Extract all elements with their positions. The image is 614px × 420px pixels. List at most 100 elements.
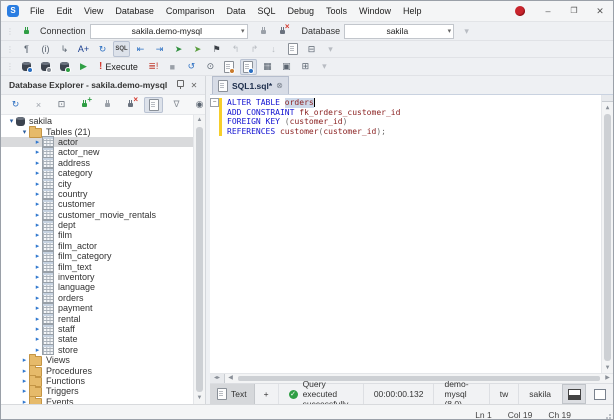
execute-script-icon[interactable]: ≣! bbox=[145, 59, 162, 75]
tree-expand-icon[interactable]: ▸ bbox=[33, 315, 42, 323]
scroll-down-icon[interactable]: ▼ bbox=[194, 393, 205, 404]
tree-expand-icon[interactable]: ▸ bbox=[33, 346, 42, 354]
tree-node-views[interactable]: ▸ Views bbox=[1, 354, 193, 367]
code-editor[interactable]: − ALTER TABLE orders ADD CONSTRAINT fk_ord… bbox=[210, 95, 613, 373]
tree-node-table-actor[interactable]: ▸ actor bbox=[1, 136, 193, 148]
menu-window[interactable]: Window bbox=[353, 1, 397, 21]
tree-expand-icon[interactable]: ▸ bbox=[33, 169, 42, 177]
query-history-icon[interactable]: ↺ bbox=[183, 59, 200, 75]
tree-node-table-category[interactable]: ▸ category bbox=[1, 167, 193, 179]
image-view-icon[interactable]: ▣ bbox=[278, 59, 295, 75]
disconnect-icon[interactable]: × bbox=[121, 95, 140, 113]
tree-expand-icon[interactable]: ▸ bbox=[33, 335, 42, 343]
results-tab-text[interactable]: Text bbox=[210, 384, 255, 404]
tree-expand-icon[interactable]: ▸ bbox=[33, 221, 42, 229]
tab-close-icon[interactable]: ⊗ bbox=[276, 81, 283, 90]
previous-bookmark-icon[interactable]: ↰ bbox=[227, 41, 244, 57]
format-document-icon[interactable]: ¶ bbox=[18, 41, 35, 57]
toolbar-overflow-icon[interactable]: ▾ bbox=[458, 23, 475, 39]
tree-node-table-dept[interactable]: ▸ dept bbox=[1, 219, 193, 231]
menu-edit[interactable]: Edit bbox=[51, 1, 79, 21]
add-results-tab-button[interactable]: + bbox=[255, 384, 279, 404]
tree-node-table-film[interactable]: ▸ film bbox=[1, 230, 193, 241]
duplicate-window-icon[interactable]: ⊡ bbox=[52, 97, 71, 113]
clear-bookmarks-icon[interactable]: ↓ bbox=[265, 41, 282, 57]
scroll-thumb[interactable] bbox=[196, 127, 203, 392]
tree-expand-icon[interactable]: ▸ bbox=[33, 325, 42, 333]
connection-disabled-icon[interactable] bbox=[255, 23, 272, 39]
next-bookmark-icon[interactable]: ↱ bbox=[246, 41, 263, 57]
tree-node-sakila[interactable]: ▾ sakila bbox=[1, 116, 193, 126]
delete-icon[interactable]: × bbox=[29, 97, 48, 113]
tree-node-table-staff[interactable]: ▸ staff bbox=[1, 323, 193, 335]
stop-icon[interactable]: ■ bbox=[164, 59, 181, 75]
results-pane-bottom-toggle[interactable] bbox=[562, 384, 586, 404]
query-profiler-icon[interactable]: ⊙ bbox=[202, 59, 219, 75]
new-sql-document-icon[interactable] bbox=[284, 41, 301, 57]
tree-expand-icon[interactable]: ▸ bbox=[33, 200, 42, 208]
tree-node-table-orders[interactable]: ▸ orders bbox=[1, 292, 193, 304]
tree-collapse-icon[interactable]: ▾ bbox=[20, 128, 29, 136]
new-connection-icon[interactable]: + bbox=[75, 95, 94, 113]
increase-indent-icon[interactable]: ⇥ bbox=[151, 41, 168, 57]
query-options-icon[interactable]: ▦ bbox=[259, 59, 276, 75]
code-line-1[interactable]: − ALTER TABLE orders bbox=[210, 98, 601, 108]
start-debugging-icon[interactable]: ▶ bbox=[75, 59, 92, 75]
editor-hscrollbar[interactable]: ◂▸ ◀ ▶ bbox=[210, 373, 613, 383]
window-layout-icon[interactable]: ⊞ bbox=[297, 59, 314, 75]
close-panel-icon[interactable]: ✕ bbox=[187, 81, 201, 90]
tree-node-table-customer[interactable]: ▸ customer bbox=[1, 198, 193, 210]
tree-expand-icon[interactable]: ▸ bbox=[33, 231, 42, 239]
tree-node-table-address[interactable]: ▸ address bbox=[1, 157, 193, 169]
menu-data[interactable]: Data bbox=[220, 1, 251, 21]
execute-button[interactable]: ! Execute bbox=[95, 60, 142, 74]
tree-node-table-actor_new[interactable]: ▸ actor_new bbox=[1, 146, 193, 158]
refresh-completion-icon[interactable]: ↻ bbox=[94, 41, 111, 57]
attach-debugger-icon[interactable]: ➤ bbox=[189, 41, 206, 57]
document-outline-icon[interactable]: ⊟ bbox=[303, 41, 320, 57]
toolbar-overflow-icon[interactable]: ▾ bbox=[322, 41, 339, 57]
menu-database[interactable]: Database bbox=[109, 1, 160, 21]
refresh-icon[interactable]: ↻ bbox=[6, 97, 25, 113]
database-tasks-icon[interactable] bbox=[37, 59, 54, 75]
menu-debug[interactable]: Debug bbox=[281, 1, 320, 21]
tree-expand-icon[interactable]: ▸ bbox=[33, 148, 42, 156]
tree-expand-icon[interactable]: ▸ bbox=[33, 242, 42, 250]
tree-node-table-payment[interactable]: ▸ payment bbox=[1, 302, 193, 314]
execute-to-cursor-icon[interactable]: ➤ bbox=[170, 41, 187, 57]
editor-hsplitter-grip[interactable]: ◂▸ bbox=[210, 374, 225, 383]
tree-node-events[interactable]: ▸ Events bbox=[1, 395, 193, 404]
scroll-up-icon[interactable]: ▲ bbox=[602, 102, 613, 113]
pin-icon[interactable] bbox=[173, 79, 187, 90]
tree-node-table-film_actor[interactable]: ▸ film_actor bbox=[1, 240, 193, 252]
code-line-3[interactable]: FOREIGN KEY (customer_id) bbox=[210, 117, 601, 127]
code-line-2[interactable]: ADD CONSTRAINT fk_orders_customer_id bbox=[210, 107, 601, 117]
sql-formatter-icon[interactable]: SQL bbox=[113, 41, 130, 57]
fold-marker-icon[interactable]: − bbox=[210, 98, 219, 108]
tree-node-tables[interactable]: ▾ Tables (21) bbox=[1, 125, 193, 138]
maximize-button[interactable]: ❐ bbox=[561, 1, 587, 21]
editor-vscrollbar[interactable]: ▲ ▼ bbox=[601, 95, 613, 373]
tree-expand-icon[interactable]: ▸ bbox=[33, 252, 42, 260]
results-pane-hidden-toggle[interactable] bbox=[588, 384, 612, 404]
database-select[interactable]: sakila ▾ bbox=[344, 23, 455, 39]
connect-icon[interactable] bbox=[18, 23, 35, 39]
tree-collapse-icon[interactable]: ▾ bbox=[7, 117, 16, 125]
editor-splitter-grip[interactable] bbox=[602, 95, 613, 102]
menu-file[interactable]: File bbox=[24, 1, 51, 21]
menu-view[interactable]: View bbox=[78, 1, 109, 21]
tree-node-table-film_category[interactable]: ▸ film_category bbox=[1, 250, 193, 262]
tree-expand-icon[interactable]: ▸ bbox=[33, 263, 42, 271]
tree-expand-icon[interactable]: ▸ bbox=[33, 294, 42, 302]
tree-node-table-country[interactable]: ▸ country bbox=[1, 188, 193, 200]
bookmark-icon[interactable]: ⚑ bbox=[208, 41, 225, 57]
go-to-object-icon[interactable]: ↳ bbox=[56, 41, 73, 57]
tree-expand-icon[interactable]: ▸ bbox=[33, 159, 42, 167]
scroll-up-icon[interactable]: ▲ bbox=[194, 115, 205, 126]
menu-tools[interactable]: Tools bbox=[320, 1, 353, 21]
uppercase-keywords-icon[interactable]: A+ bbox=[75, 41, 92, 57]
tree-expand-icon[interactable]: ▸ bbox=[33, 273, 42, 281]
tree-expand-icon[interactable]: ▸ bbox=[33, 283, 42, 291]
tree-expand-icon[interactable]: ▸ bbox=[33, 180, 42, 188]
tree-node-table-language[interactable]: ▸ language bbox=[1, 281, 193, 293]
